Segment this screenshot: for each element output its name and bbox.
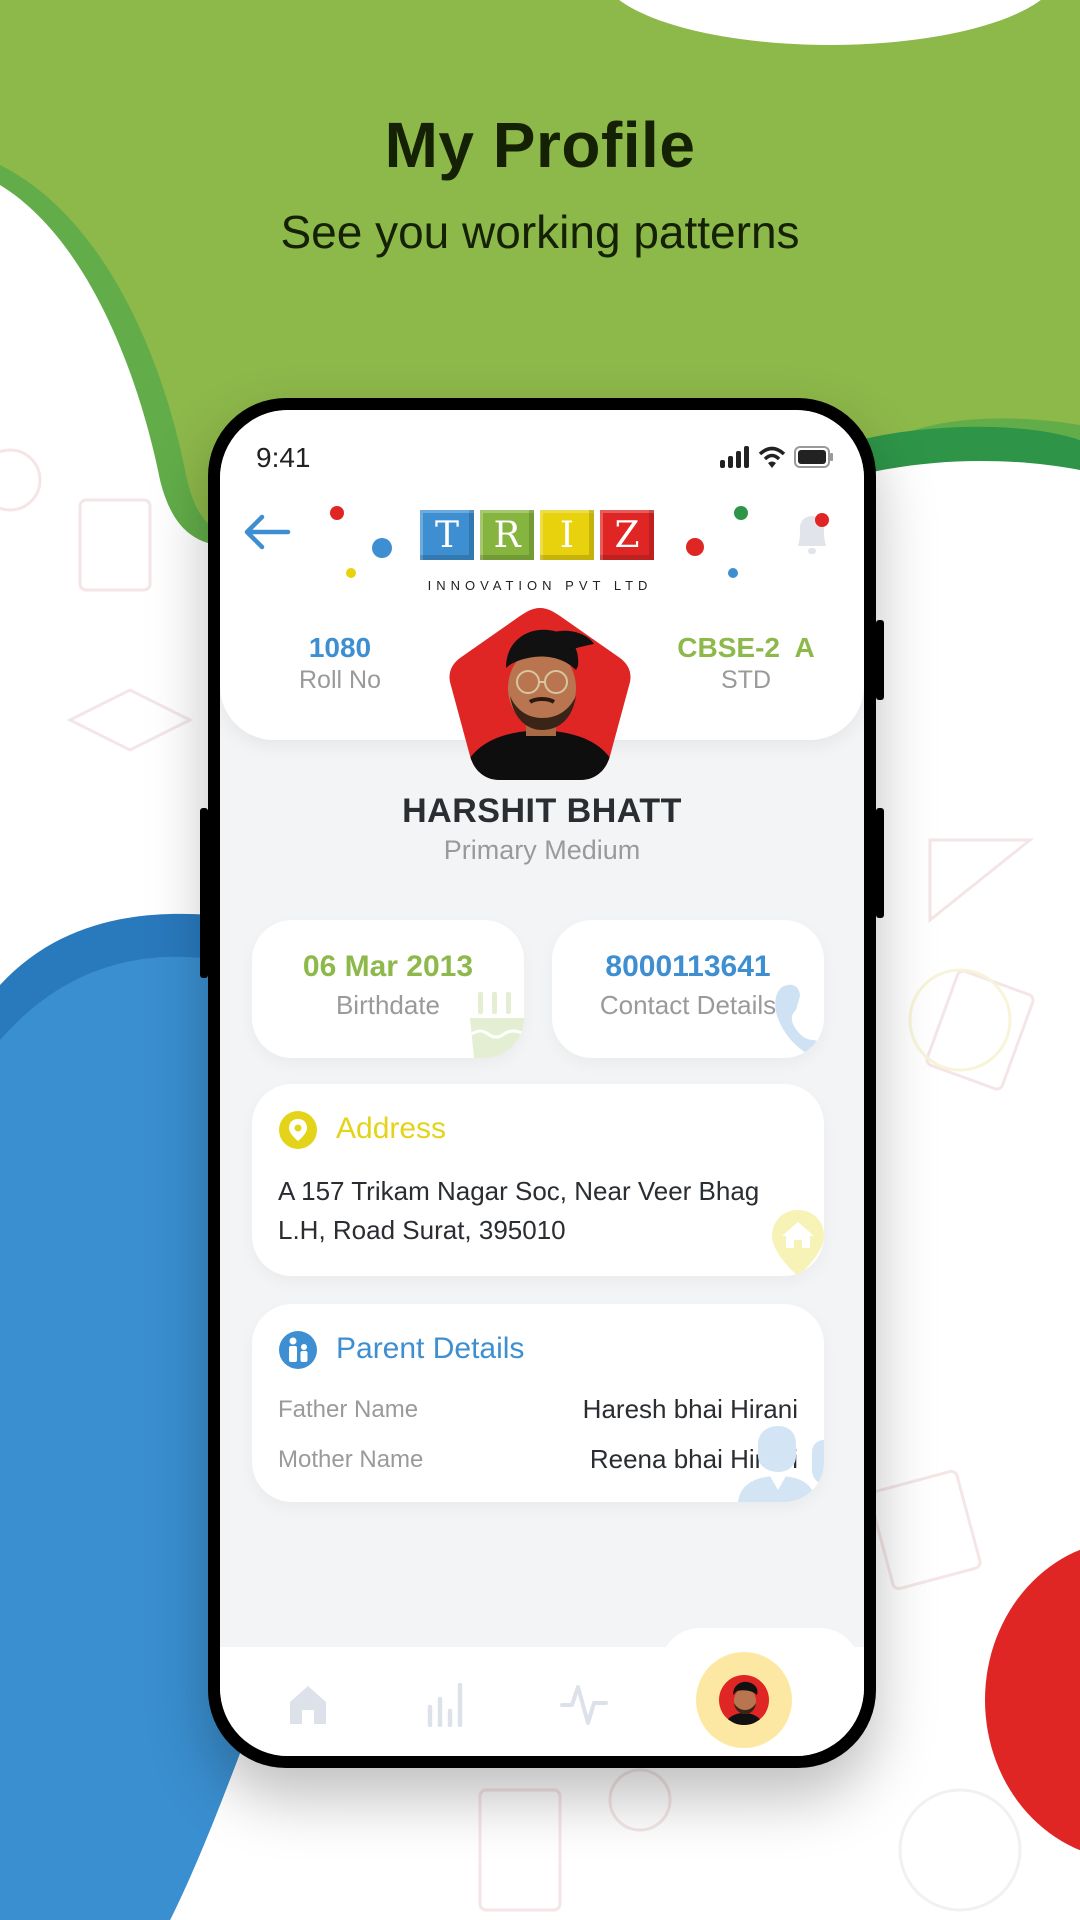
back-button[interactable]	[242, 512, 292, 552]
promo-subtitle: See you working patterns	[280, 206, 800, 258]
profile-avatar[interactable]	[448, 604, 632, 784]
avatar-icon	[719, 1675, 769, 1725]
roll-no-value: 1080	[308, 632, 372, 663]
nav-profile[interactable]	[696, 1652, 792, 1748]
logo-dot	[728, 568, 738, 578]
contact-value: 8000113641	[605, 950, 771, 983]
logo-letter-t: T	[420, 510, 474, 560]
nav-home[interactable]	[278, 1675, 338, 1735]
logo-letter-r: R	[480, 510, 534, 560]
home-location-icon	[772, 1210, 824, 1276]
phone-side-button	[876, 620, 884, 700]
parents-illustration-icon	[738, 1426, 824, 1502]
app-screen: 9:41 T R I Z INNOVATION PVT LTD 1080 Rol…	[220, 410, 864, 1756]
cake-icon	[470, 992, 524, 1058]
student-medium: Primary Medium	[443, 835, 641, 865]
triz-logo: T R I Z INNOVATION PVT LTD	[320, 494, 760, 604]
address-card: Address A 157 Trikam Nagar Soc, Near Vee…	[252, 1084, 824, 1276]
std-label: STD	[721, 666, 771, 694]
notifications-button[interactable]	[790, 510, 834, 560]
logo-subtitle: INNOVATION PVT LTD	[427, 578, 653, 593]
student-name: HARSHIT BHATT	[402, 792, 682, 830]
father-name-value: Haresh bhai Hirani	[582, 1394, 798, 1424]
nav-stats[interactable]	[416, 1675, 476, 1735]
address-line-2: L.H, Road Surat, 395010	[278, 1215, 566, 1245]
phone-frame: 9:41 T R I Z INNOVATION PVT LTD 1080 Rol…	[200, 398, 884, 1768]
logo-dot	[330, 506, 344, 520]
battery-icon	[794, 446, 833, 468]
logo-dot	[346, 568, 356, 578]
phone-icon	[775, 984, 824, 1058]
std-stat: CBSE-2 A STD	[646, 632, 846, 695]
mother-name-label: Mother Name	[278, 1446, 424, 1473]
signal-icon	[720, 446, 749, 468]
logo-letter-i: I	[540, 510, 594, 560]
nav-activity[interactable]	[554, 1675, 614, 1735]
address-title: Address	[336, 1112, 447, 1145]
birthdate-card: 06 Mar 2013 Birthdate	[252, 920, 524, 1058]
bell-icon	[798, 513, 829, 554]
status-icons	[720, 446, 834, 468]
birthdate-value: 06 Mar 2013	[302, 950, 474, 983]
father-name-label: Father Name	[278, 1396, 419, 1423]
logo-letters: T R I Z	[420, 510, 654, 560]
promo-title: My Profile	[384, 109, 696, 181]
status-time: 9:41	[256, 442, 311, 473]
phone-side-button	[200, 808, 208, 978]
home-icon	[290, 1686, 326, 1724]
logo-dot	[372, 538, 392, 558]
avatar-image	[449, 608, 631, 780]
parent-details-card: Parent Details Father Name Haresh bhai H…	[252, 1304, 824, 1502]
std-value: CBSE-2 A	[677, 632, 815, 663]
address-text: A 157 Trikam Nagar Soc, Near Veer Bhag L…	[278, 1172, 798, 1250]
pulse-icon	[560, 1685, 608, 1725]
wifi-icon	[758, 446, 786, 468]
roll-no-label: Roll No	[299, 666, 381, 694]
arrow-left-icon	[244, 514, 291, 550]
logo-dot	[734, 506, 748, 520]
phone-side-button	[876, 808, 884, 918]
location-pin-icon	[278, 1110, 318, 1150]
roll-no-stat: 1080 Roll No	[240, 632, 440, 695]
family-icon	[278, 1330, 318, 1370]
bar-chart-icon	[427, 1683, 463, 1727]
logo-dot	[686, 538, 704, 556]
parent-details-title: Parent Details	[336, 1332, 525, 1365]
logo-letter-z: Z	[600, 510, 654, 560]
address-line-1: A 157 Trikam Nagar Soc, Near Veer Bhag	[278, 1176, 760, 1206]
contact-card[interactable]: 8000113641 Contact Details	[552, 920, 824, 1058]
